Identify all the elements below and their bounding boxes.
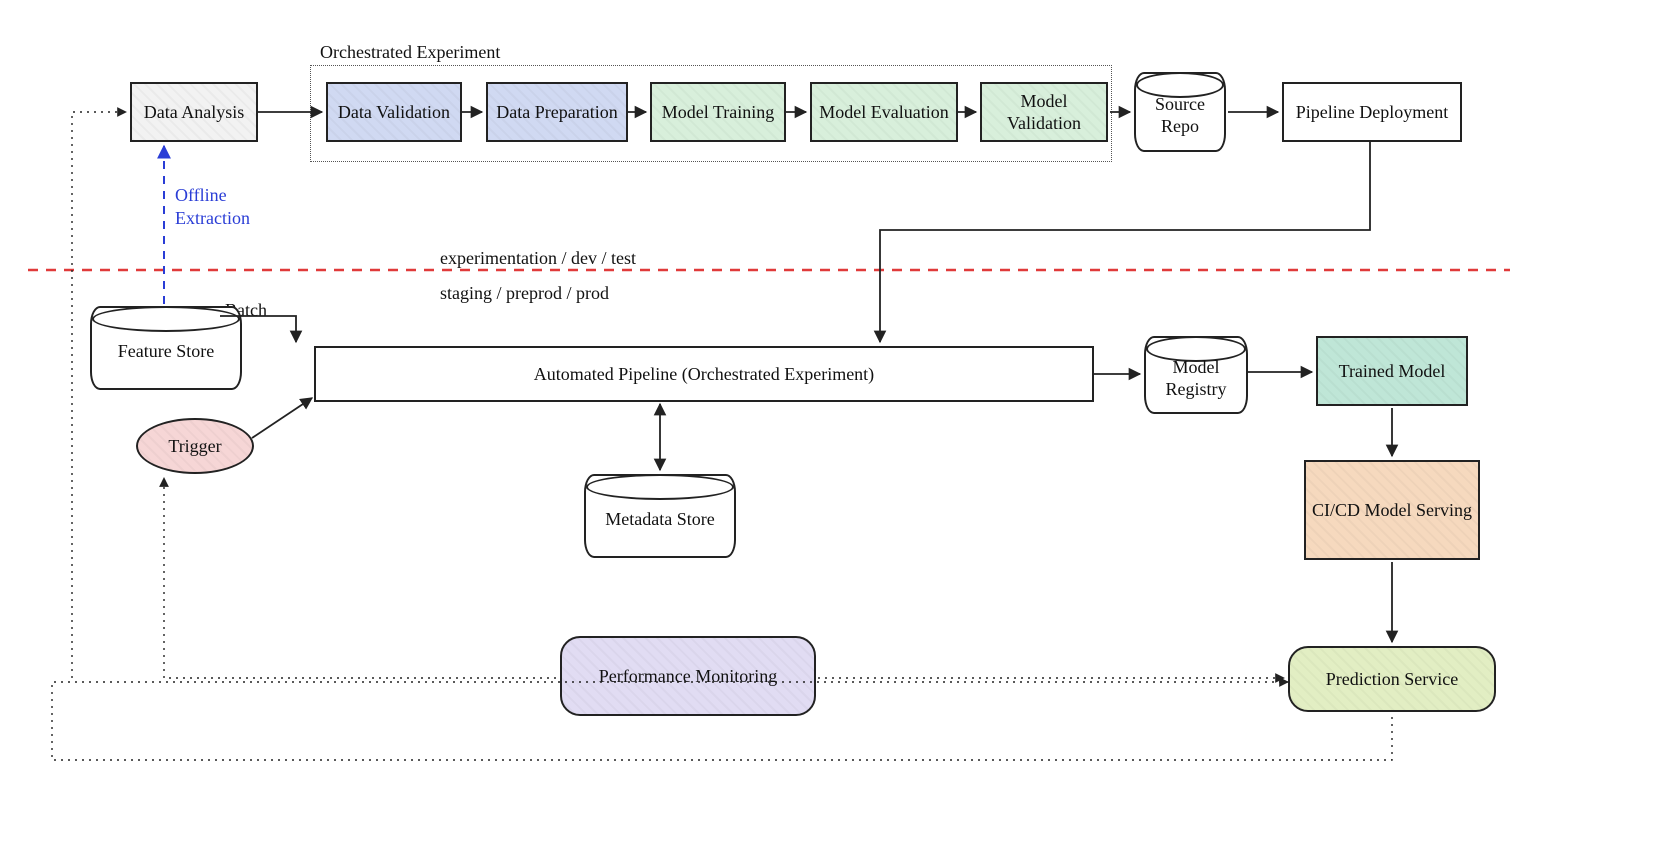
node-feature-store: Feature Store [90,306,242,390]
text: Model Validation [988,90,1100,135]
node-data-preparation: Data Preparation [486,82,628,142]
text: Model Training [662,101,775,124]
text: Data Analysis [144,101,245,124]
node-prediction-service: Prediction Service [1288,646,1496,712]
text: Pipeline Deployment [1296,101,1448,124]
node-model-training: Model Training [650,82,786,142]
node-pipeline-deployment: Pipeline Deployment [1282,82,1462,142]
offline-extraction-label-2: Extraction [175,208,250,229]
node-performance-monitoring: Performance Monitoring [560,636,816,716]
node-automated-pipeline: Automated Pipeline (Orchestrated Experim… [314,346,1094,402]
text: Model Evaluation [819,101,948,124]
text: Trained Model [1339,360,1446,383]
text: Automated Pipeline (Orchestrated Experim… [534,363,874,386]
node-trained-model: Trained Model [1316,336,1468,406]
diagram-canvas: Orchestrated Experiment Data Analysis Da… [0,0,1671,852]
node-cicd-model-serving: CI/CD Model Serving [1304,460,1480,560]
node-trigger: Trigger [136,418,254,474]
text: Data Preparation [496,101,617,124]
text: Performance Monitoring [599,665,777,688]
node-model-validation: Model Validation [980,82,1108,142]
node-model-registry: Model Registry [1144,336,1248,414]
text: Feature Store [118,340,214,363]
env-bottom-label: staging / preprod / prod [440,283,609,304]
env-top-label: experimentation / dev / test [440,248,636,269]
node-data-validation: Data Validation [326,82,462,142]
text: Prediction Service [1326,668,1458,691]
text: Data Validation [338,101,450,124]
node-source-repo: Source Repo [1134,72,1226,152]
text: Metadata Store [605,508,714,531]
text: Source Repo [1142,93,1218,138]
node-model-evaluation: Model Evaluation [810,82,958,142]
node-data-analysis: Data Analysis [130,82,258,142]
text: Trigger [168,435,221,458]
orchestrated-experiment-label: Orchestrated Experiment [320,42,500,63]
text: Model Registry [1152,356,1240,401]
offline-extraction-label-1: Offline [175,185,227,206]
node-metadata-store: Metadata Store [584,474,736,558]
text: CI/CD Model Serving [1312,499,1472,522]
